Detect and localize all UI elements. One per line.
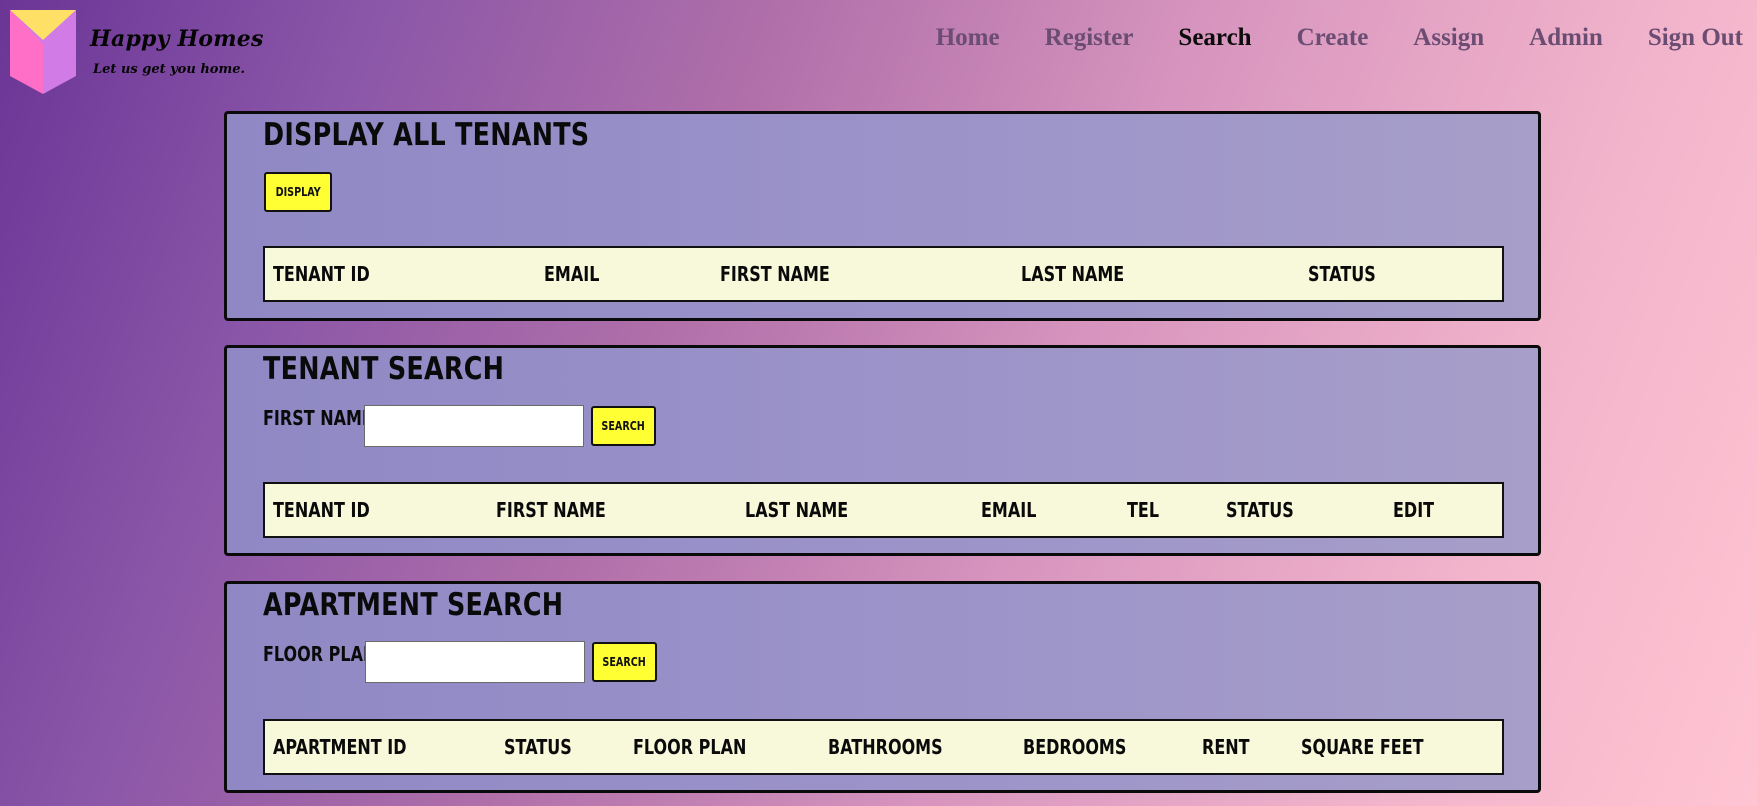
nav-admin[interactable]: Admin — [1529, 24, 1603, 52]
house-cube-logo-icon — [10, 10, 76, 94]
display-button-label: DISPLAY — [275, 185, 321, 199]
col-last-name: LAST NAME — [1021, 262, 1125, 286]
col-bedrooms: BEDROOMS — [1023, 735, 1127, 759]
tenant-search-button[interactable]: SEARCH — [591, 406, 656, 446]
tenant-search-table-header: TENANT ID FIRST NAME LAST NAME EMAIL TEL… — [263, 482, 1504, 538]
nav-home[interactable]: Home — [936, 24, 1000, 52]
col-bathrooms: BATHROOMS — [828, 735, 943, 759]
col-status: STATUS — [504, 735, 572, 759]
col-tenant-id: TENANT ID — [273, 498, 370, 522]
panel-title: DISPLAY ALL TENANTS — [263, 117, 590, 153]
apartment-search-panel: APARTMENT SEARCH FLOOR PLAN SEARCH APART… — [224, 581, 1541, 793]
col-first-name: FIRST NAME — [496, 498, 606, 522]
nav-search[interactable]: Search — [1178, 24, 1251, 52]
floor-plan-input[interactable] — [365, 641, 585, 683]
col-last-name: LAST NAME — [745, 498, 849, 522]
tenant-search-button-label: SEARCH — [601, 419, 646, 433]
first-name-input[interactable] — [364, 405, 584, 447]
brand-logo[interactable]: Happy Homes Let us get you home. — [10, 10, 270, 94]
col-status: STATUS — [1226, 498, 1294, 522]
col-square-feet: SQUARE FEET — [1301, 735, 1424, 759]
col-tel: TEL — [1127, 498, 1160, 522]
nav-register[interactable]: Register — [1045, 24, 1134, 52]
brand-title: Happy Homes — [90, 26, 264, 52]
apartment-search-table-header: APARTMENT ID STATUS FLOOR PLAN BATHROOMS… — [263, 719, 1504, 775]
col-status: STATUS — [1308, 262, 1376, 286]
nav-assign[interactable]: Assign — [1413, 24, 1484, 52]
floor-plan-label: FLOOR PLAN — [263, 642, 377, 666]
col-floor-plan: FLOOR PLAN — [633, 735, 747, 759]
apartment-search-button[interactable]: SEARCH — [592, 642, 657, 682]
display-all-tenants-panel: DISPLAY ALL TENANTS DISPLAY TENANT ID EM… — [224, 111, 1541, 321]
panel-title: TENANT SEARCH — [263, 351, 505, 387]
brand-tagline: Let us get you home. — [93, 62, 246, 77]
main-nav: Home Register Search Create Assign Admin… — [891, 20, 1757, 56]
col-rent: RENT — [1202, 735, 1250, 759]
tenant-search-panel: TENANT SEARCH FIRST NAME SEARCH TENANT I… — [224, 345, 1541, 556]
panel-title: APARTMENT SEARCH — [263, 587, 564, 623]
display-button[interactable]: DISPLAY — [264, 172, 332, 212]
nav-sign-out[interactable]: Sign Out — [1648, 24, 1743, 52]
col-first-name: FIRST NAME — [720, 262, 830, 286]
col-tenant-id: TENANT ID — [273, 262, 370, 286]
tenants-table-header: TENANT ID EMAIL FIRST NAME LAST NAME STA… — [263, 246, 1504, 302]
col-email: EMAIL — [544, 262, 600, 286]
col-email: EMAIL — [981, 498, 1037, 522]
col-apartment-id: APARTMENT ID — [273, 735, 407, 759]
apartment-search-button-label: SEARCH — [602, 655, 647, 669]
nav-create[interactable]: Create — [1297, 24, 1369, 52]
first-name-label: FIRST NAME — [263, 406, 373, 430]
col-edit: EDIT — [1393, 498, 1435, 522]
